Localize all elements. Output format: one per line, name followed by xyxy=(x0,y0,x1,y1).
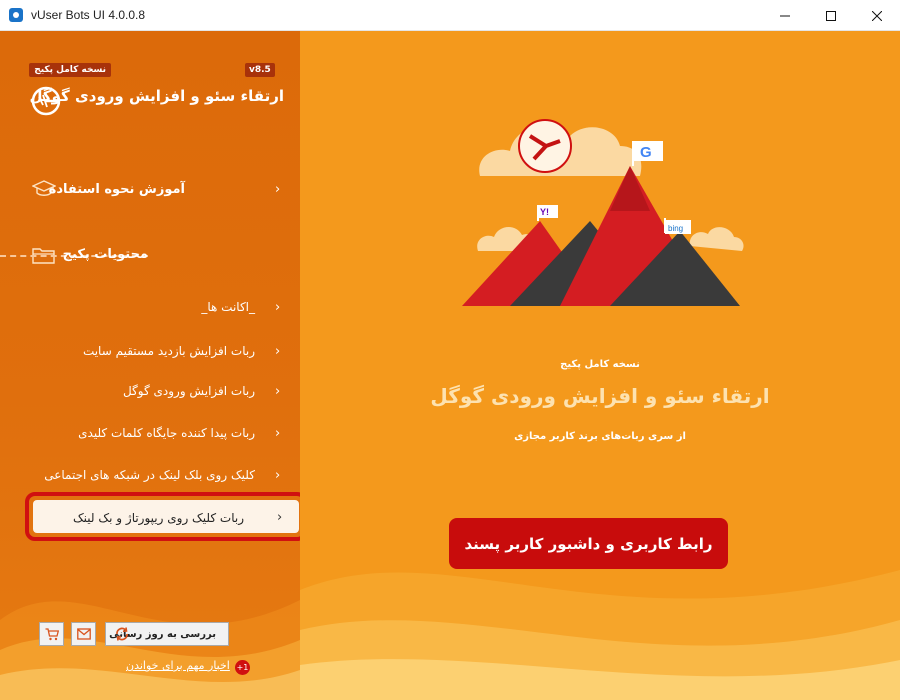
window-title: vUser Bots UI 4.0.0.8 xyxy=(31,8,146,22)
minimize-icon xyxy=(780,15,790,16)
chevron-right-icon: › xyxy=(275,300,281,315)
chevron-right-icon: › xyxy=(275,426,281,441)
sidebar: نسخه کامل پکیج v8.5 ارتقاء سئو و افزایش … xyxy=(0,31,300,700)
sidebar-item-label: ربات پیدا کننده جایگاه کلمات کلیدی xyxy=(78,426,255,440)
hero-edition-caption: نسخه کامل پکیج xyxy=(560,359,640,370)
close-icon xyxy=(872,10,882,21)
brand-logo-icon xyxy=(31,86,61,116)
sidebar-item-label: _اکانت ها_ xyxy=(201,300,255,314)
section-label: محتویات پکیج xyxy=(62,247,148,262)
contact-mail-button[interactable] xyxy=(71,622,96,646)
chevron-right-icon: › xyxy=(275,182,281,197)
sidebar-item-google-traffic-bot[interactable]: ربات افزایش ورودی گوگل › xyxy=(0,377,300,405)
chevron-right-icon: › xyxy=(275,344,281,359)
hero-illustration: G Y! bing xyxy=(462,119,744,306)
sidebar-item-label: آموزش نحوه استفاده xyxy=(48,181,185,197)
mail-icon xyxy=(76,628,91,640)
bing-flag-label: bing xyxy=(668,224,683,233)
sidebar-item-accounts[interactable]: _اکانت ها_ › xyxy=(0,293,300,321)
edition-badge: نسخه کامل پکیج xyxy=(29,63,111,77)
maximize-button[interactable] xyxy=(808,0,854,31)
app-icon xyxy=(9,8,23,22)
brand-title: ارتقاء سئو و افزایش ورودی گوگل xyxy=(29,87,284,105)
version-badge: v8.5 xyxy=(245,63,275,77)
maximize-icon xyxy=(826,10,836,21)
sidebar-item-label: ربات کلیک روی ریپورتاژ و بک لینک xyxy=(72,511,244,525)
chevron-right-icon: › xyxy=(275,468,281,483)
hero-subtitle: از سری ربات‌های برند کاربر مجازی xyxy=(514,431,686,442)
sidebar-item-direct-visit-bot[interactable]: ربات افزایش بازدید مستقیم سایت › xyxy=(0,337,300,365)
sidebar-item-label: ربات افزایش بازدید مستقیم سایت xyxy=(82,344,255,358)
close-button[interactable] xyxy=(854,0,900,31)
refresh-icon xyxy=(116,627,128,641)
main-panel: G Y! bing نسخه کامل پکیج ارتقاء سئو و اف… xyxy=(300,31,900,700)
sidebar-item-keyword-rank-bot[interactable]: ربات پیدا کننده جایگاه کلمات کلیدی › xyxy=(0,419,300,447)
yahoo-flag-label: Y! xyxy=(540,207,549,217)
title-bar: vUser Bots UI 4.0.0.8 xyxy=(0,0,900,31)
sidebar-item-reportage-backlink-bot[interactable]: ربات کلیک روی ریپورتاژ و بک لینک › xyxy=(25,492,300,541)
sidebar-item-label: کلیک روی بلک لینک در شبکه های اجتماعی xyxy=(44,468,255,482)
important-news-link[interactable]: اخبار مهم برای خواندن xyxy=(126,659,230,672)
news-count-badge: +1 xyxy=(235,660,250,675)
chevron-right-icon: › xyxy=(277,510,283,525)
check-update-button[interactable]: بررسی به روز رسانی xyxy=(105,622,229,646)
ui-feature-banner: رابط کاربری و داشبور کاربر پسند xyxy=(449,518,728,569)
sidebar-item-social-backlink[interactable]: کلیک روی بلک لینک در شبکه های اجتماعی › xyxy=(0,461,300,489)
shopping-cart-icon xyxy=(45,627,59,640)
svg-text:G: G xyxy=(640,144,652,161)
sidebar-item-label: ربات افزایش ورودی گوگل xyxy=(122,384,255,398)
sidebar-item-tutorial[interactable]: آموزش نحوه استفاده › xyxy=(0,175,300,203)
chevron-right-icon: › xyxy=(275,384,281,399)
shop-cart-button[interactable] xyxy=(39,622,64,646)
section-header-package-contents: محتویات پکیج xyxy=(0,243,300,269)
hero-title: ارتقاء سئو و افزایش ورودی گوگل xyxy=(430,384,770,408)
minimize-button[interactable] xyxy=(762,0,808,31)
